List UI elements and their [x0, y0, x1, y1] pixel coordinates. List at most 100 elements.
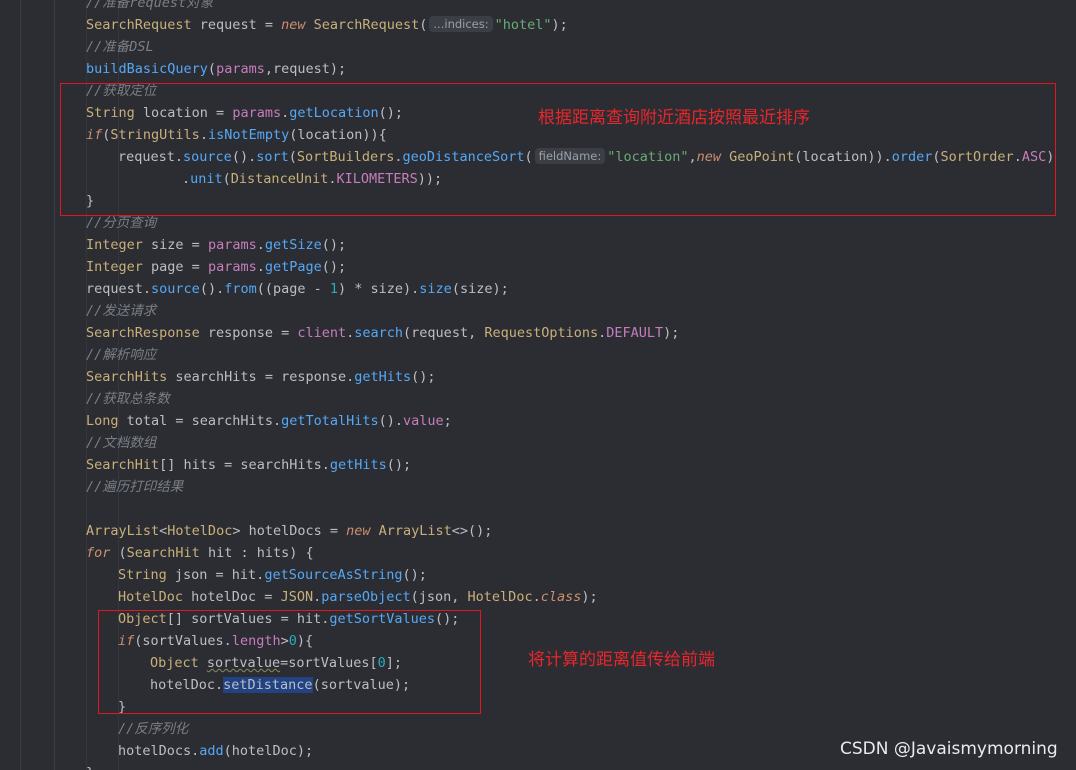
code-token: (request,	[403, 325, 485, 341]
code-token: (json,	[410, 589, 468, 605]
code-line[interactable]: //遍历打印结果	[86, 476, 183, 498]
code-line[interactable]: //获取总条数	[86, 388, 170, 410]
code-token: getHits	[329, 457, 387, 473]
code-token: ArrayList	[86, 523, 160, 539]
code-token: page =	[142, 259, 208, 275]
code-token: .	[532, 589, 541, 605]
code-token: //分页查询	[86, 215, 157, 231]
code-line[interactable]: SearchRequest request = new SearchReques…	[86, 14, 568, 36]
code-token: Long	[86, 413, 119, 429]
code-token: new	[346, 523, 379, 539]
code-token: DEFAULT	[606, 325, 664, 341]
code-line[interactable]: hotelDocs.add(hotelDoc);	[118, 740, 313, 762]
code-token: getSourceAsString	[264, 567, 403, 583]
code-token: HotelDoc	[467, 589, 533, 605]
code-token: ();	[386, 457, 412, 473]
code-line[interactable]: //反序列化	[118, 718, 188, 740]
code-token: //解析响应	[86, 347, 157, 363]
code-token: ();	[321, 237, 347, 253]
code-line[interactable]: request.source().from((page - 1) * size)…	[86, 278, 509, 300]
code-line[interactable]: //准备request对象	[86, 0, 213, 14]
code-token: .	[313, 589, 322, 605]
code-token: SearchHits	[86, 369, 168, 385]
code-line[interactable]: buildBasicQuery(params,request);	[86, 58, 346, 80]
code-token: size	[419, 281, 452, 297]
code-line[interactable]: Integer size = params.getSize();	[86, 234, 346, 256]
code-token: total = searchHits.	[118, 413, 282, 429]
code-token: RequestOptions	[484, 325, 599, 341]
code-line[interactable]: Long total = searchHits.getTotalHits().v…	[86, 410, 452, 432]
code-token: (	[110, 545, 127, 561]
code-token: > hotelDocs =	[232, 523, 347, 539]
code-token: (	[419, 17, 428, 33]
code-token: ();	[402, 567, 427, 583]
code-line[interactable]: //准备DSL	[86, 36, 154, 58]
code-token: response =	[199, 325, 298, 341]
code-token: searchHits = response.	[167, 369, 355, 385]
code-token: [] hits = searchHits.	[159, 457, 330, 473]
code-token: .	[256, 237, 265, 253]
code-token: hit : hits) {	[199, 545, 314, 561]
code-token: ().	[199, 281, 225, 297]
code-token: SearchResponse	[86, 325, 200, 341]
code-line[interactable]: String json = hit.getSourceAsString();	[118, 564, 427, 586]
code-token: //反序列化	[118, 721, 189, 737]
csdn-watermark: CSDN @Javaismymorning	[840, 739, 1058, 759]
code-token: SearchHit	[126, 545, 200, 561]
code-line[interactable]: SearchHits searchHits = response.getHits…	[86, 366, 436, 388]
code-line[interactable]: SearchHit[] hits = searchHits.getHits();	[86, 454, 411, 476]
code-token: //发送请求	[86, 303, 157, 319]
code-token: SearchHit	[86, 457, 160, 473]
code-token: HotelDoc	[118, 589, 184, 605]
code-line[interactable]: ArrayList<HotelDoc> hotelDocs = new Arra…	[86, 520, 492, 542]
code-token: String	[118, 567, 167, 583]
code-token: Integer	[86, 259, 143, 275]
code-line[interactable]: HotelDoc hotelDoc = JSON.parseObject(jso…	[118, 586, 598, 608]
code-token: params	[216, 61, 265, 77]
code-line[interactable]: for (SearchHit hit : hits) {	[86, 542, 314, 564]
code-token: );	[581, 589, 598, 605]
code-token: value	[403, 413, 444, 429]
code-token: ) * size).	[338, 281, 420, 297]
code-token: "hotel"	[494, 17, 552, 33]
code-line[interactable]: SearchResponse response = client.search(…	[86, 322, 679, 344]
code-token: <>();	[451, 523, 493, 539]
code-token: hotelDocs.	[118, 743, 200, 759]
code-token: }	[86, 765, 94, 770]
code-token: params	[207, 237, 257, 253]
code-line[interactable]: //解析响应	[86, 344, 156, 366]
code-token: add	[199, 743, 224, 759]
code-token: SearchRequest	[86, 17, 192, 33]
code-token: client	[297, 325, 347, 341]
code-line[interactable]: //发送请求	[86, 300, 156, 322]
code-token: SearchRequest	[313, 17, 420, 33]
code-token: ((page -	[256, 281, 330, 297]
code-token: //准备request对象	[86, 0, 214, 11]
code-token: //遍历打印结果	[86, 479, 184, 495]
code-token: from	[224, 281, 257, 297]
code-token: class	[540, 589, 582, 605]
code-token: hotelDoc =	[183, 589, 281, 605]
code-token: (hotelDoc);	[223, 743, 314, 759]
code-token: size =	[142, 237, 208, 253]
code-token: source	[151, 281, 200, 297]
code-line[interactable]: Integer page = params.getPage();	[86, 256, 346, 278]
code-token: (size);	[451, 281, 509, 297]
code-token: request.	[86, 281, 152, 297]
code-token: buildBasicQuery	[86, 61, 208, 77]
annotation-box-sort-values	[98, 610, 481, 714]
code-token: getTotalHits	[281, 413, 379, 429]
code-token: ().	[378, 413, 404, 429]
code-token: params	[207, 259, 257, 275]
code-token: JSON	[280, 589, 314, 605]
code-token: getHits	[354, 369, 412, 385]
code-token: ArrayList	[378, 523, 452, 539]
code-line[interactable]: }	[86, 762, 94, 770]
code-token: for	[86, 545, 111, 561]
code-token: //准备DSL	[86, 39, 154, 55]
parameter-hint: ...indices:	[429, 16, 493, 32]
code-token: );	[663, 325, 680, 341]
code-token: ();	[411, 369, 436, 385]
code-line[interactable]: //文档数组	[86, 432, 156, 454]
code-token: );	[551, 17, 568, 33]
